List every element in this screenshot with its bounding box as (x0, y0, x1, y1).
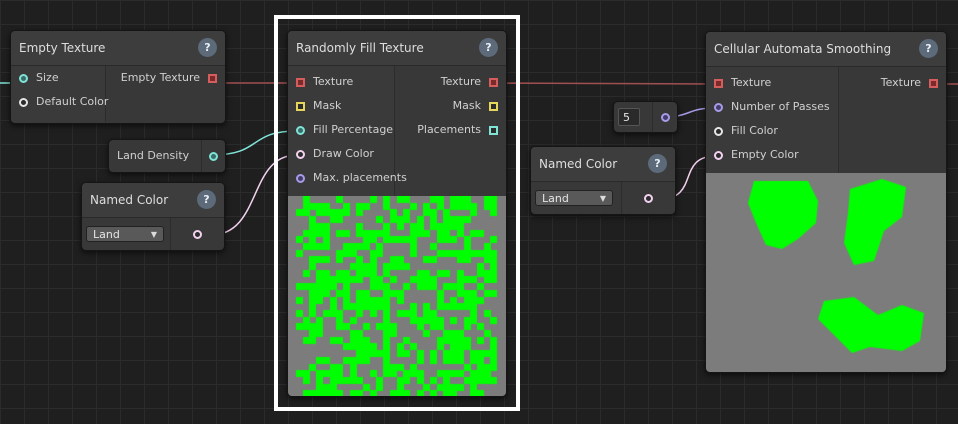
input-port-mask[interactable]: Mask (288, 94, 394, 118)
port-label: Empty Texture (120, 71, 200, 84)
passes-value-node[interactable]: 5 (613, 101, 678, 133)
input-port-default-color[interactable]: Default Color (11, 90, 109, 114)
help-button[interactable]: ? (919, 39, 938, 58)
color-dropdown[interactable]: Land ▼ (535, 190, 613, 206)
red-square-icon[interactable] (929, 78, 938, 88)
pink-circle-icon[interactable] (644, 193, 653, 203)
node-header[interactable]: Empty Texture ? (11, 31, 225, 66)
pink-circle-icon[interactable] (296, 149, 305, 159)
node-title: Named Color (90, 193, 169, 207)
yellow-square-icon[interactable] (489, 101, 498, 111)
input-port-number-of-passes[interactable]: Number of Passes (706, 95, 838, 119)
port-label: Texture (731, 76, 772, 89)
port-label: Texture (880, 76, 921, 89)
purple-circle-icon[interactable] (660, 112, 670, 122)
land-density-node[interactable]: Land Density (108, 139, 226, 173)
cellular-automata-smoothing-node[interactable]: Cellular Automata Smoothing ? Texture Nu… (705, 31, 947, 373)
named-color-node[interactable]: Named Color ? Land ▼ (81, 182, 225, 251)
purple-circle-icon[interactable] (296, 173, 305, 183)
teal-circle-icon[interactable] (209, 151, 218, 161)
node-title: Named Color (539, 157, 618, 171)
pink-circle-icon[interactable] (714, 150, 723, 160)
empty-texture-node[interactable]: Empty Texture ? Size Default Color Empty… (10, 30, 226, 124)
node-header[interactable]: Named Color ? (531, 147, 675, 182)
input-port-texture[interactable]: Texture (706, 71, 838, 95)
texture-preview (706, 173, 946, 372)
port-label: Size (36, 71, 59, 84)
port-label: Number of Passes (731, 100, 830, 113)
node-title: Empty Texture (19, 41, 106, 55)
port-label: Mask (452, 99, 481, 112)
teal-circle-icon[interactable] (296, 125, 305, 135)
randomly-fill-texture-node[interactable]: Randomly Fill Texture ? Texture Mask Fil… (287, 30, 507, 397)
white-circle-icon[interactable] (19, 97, 28, 107)
port-label: Fill Color (731, 124, 778, 137)
dropdown-value: Land (542, 191, 569, 205)
input-port-size[interactable]: Size (11, 66, 105, 90)
port-label: Texture (440, 75, 481, 88)
yellow-square-icon[interactable] (296, 101, 305, 111)
red-square-icon[interactable] (296, 77, 305, 87)
port-label: Draw Color (313, 147, 374, 160)
port-label: Max. placements (313, 171, 407, 184)
smoothed-preview-image (706, 173, 946, 372)
input-port-fill-percentage[interactable]: Fill Percentage (288, 118, 394, 142)
port-label: Empty Color (731, 148, 799, 161)
output-port-empty-texture[interactable]: Empty Texture (106, 66, 225, 90)
output-port-texture[interactable]: Texture (839, 71, 946, 95)
color-dropdown[interactable]: Land ▼ (86, 226, 164, 242)
output-port-placements[interactable]: Placements (395, 118, 506, 142)
named-color-node[interactable]: Named Color ? Land ▼ (530, 146, 676, 215)
help-button[interactable]: ? (479, 38, 498, 57)
node-title: Randomly Fill Texture (296, 41, 424, 55)
port-label: Fill Percentage (313, 123, 394, 136)
red-square-icon[interactable] (208, 73, 217, 83)
texture-preview (288, 196, 506, 396)
dropdown-value: Land (93, 227, 120, 241)
purple-circle-icon[interactable] (714, 102, 723, 112)
help-button[interactable]: ? (197, 190, 216, 209)
node-header[interactable]: Named Color ? (82, 183, 224, 218)
node-header[interactable]: Cellular Automata Smoothing ? (706, 32, 946, 67)
help-button[interactable]: ? (648, 154, 667, 173)
white-circle-icon[interactable] (714, 126, 723, 136)
node-title: Cellular Automata Smoothing (714, 42, 892, 56)
port-label: Default Color (36, 95, 109, 108)
dropdown-arrow-icon: ▼ (599, 193, 606, 203)
red-square-icon[interactable] (489, 77, 498, 87)
input-port-texture[interactable]: Texture (288, 70, 394, 94)
input-port-max-placements[interactable]: Max. placements (288, 166, 407, 190)
pink-circle-icon[interactable] (193, 229, 202, 239)
port-label: Placements (417, 123, 481, 136)
node-header[interactable]: Randomly Fill Texture ? (288, 31, 506, 66)
help-button[interactable]: ? (198, 38, 217, 57)
input-port-empty-color[interactable]: Empty Color (706, 143, 838, 167)
output-port-texture[interactable]: Texture (395, 70, 506, 94)
dropdown-arrow-icon: ▼ (150, 229, 157, 239)
input-port-draw-color[interactable]: Draw Color (288, 142, 394, 166)
random-fill-preview-image (288, 196, 506, 396)
node-title: Land Density (109, 140, 202, 172)
teal-square-icon[interactable] (489, 125, 498, 135)
teal-circle-icon[interactable] (19, 73, 28, 83)
output-port-mask[interactable]: Mask (395, 94, 506, 118)
port-label: Texture (313, 75, 354, 88)
input-port-fill-color[interactable]: Fill Color (706, 119, 838, 143)
port-label: Mask (313, 99, 342, 112)
red-square-icon[interactable] (714, 78, 723, 88)
number-of-passes-input[interactable]: 5 (618, 108, 640, 126)
wire-randomly-fill-to-cellular (491, 82, 717, 85)
